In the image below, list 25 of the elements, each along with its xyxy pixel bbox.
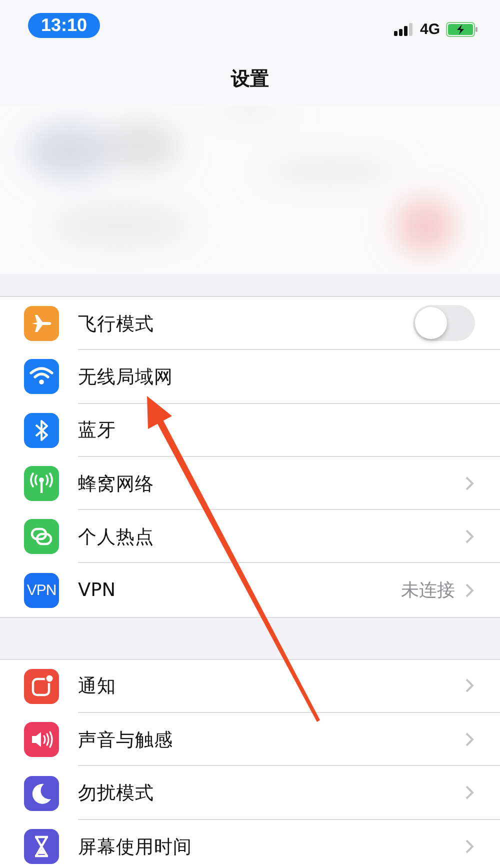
clock-time: 13:10 bbox=[28, 12, 100, 38]
setting-label[interactable]: 蜂窝网络 bbox=[78, 470, 154, 496]
chevron-icon bbox=[465, 678, 474, 694]
setting-label[interactable]: 无线局域网 bbox=[78, 364, 173, 389]
setting-label[interactable]: 屏幕使用时间 bbox=[78, 834, 192, 859]
page-title: 设置 bbox=[231, 67, 269, 92]
chevron-icon bbox=[465, 476, 474, 491]
toggle-switch[interactable] bbox=[413, 305, 475, 342]
setting-label[interactable]: VPN bbox=[78, 580, 116, 601]
battery-charging-icon bbox=[446, 22, 478, 36]
setting-label[interactable]: 蓝牙 bbox=[78, 417, 116, 442]
setting-label[interactable]: 勿扰模式 bbox=[78, 780, 154, 806]
vpn-icon: VPN bbox=[24, 572, 59, 608]
chevron-icon bbox=[465, 528, 474, 544]
chevron-icon bbox=[465, 582, 474, 598]
setting-label[interactable]: 飞行模式 bbox=[78, 310, 154, 336]
chevron-icon bbox=[465, 838, 474, 854]
setting-value: 未连接 bbox=[401, 579, 455, 602]
setting-label[interactable]: 个人热点 bbox=[78, 524, 154, 549]
setting-label[interactable]: 通知 bbox=[78, 673, 116, 698]
signal-icon bbox=[394, 22, 414, 36]
chevron-icon bbox=[465, 785, 474, 800]
setting-label[interactable]: 声音与触感 bbox=[78, 726, 173, 752]
network-type: 4G bbox=[420, 20, 440, 38]
chevron-icon bbox=[465, 732, 474, 747]
